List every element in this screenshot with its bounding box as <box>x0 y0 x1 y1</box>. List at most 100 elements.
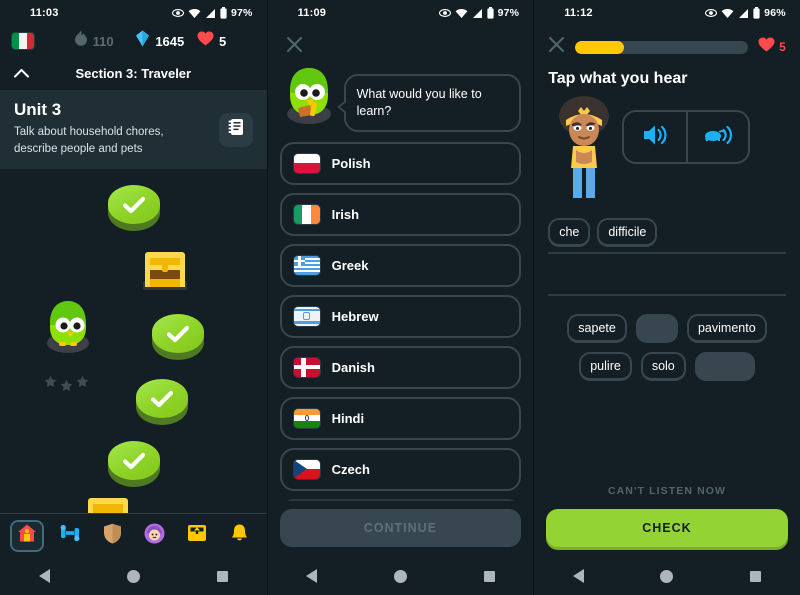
answer-tile[interactable]: difficile <box>597 217 658 247</box>
signal-icon <box>205 8 216 19</box>
top-stats-bar: 110 1645 5 <box>0 26 267 56</box>
language-label: Danish <box>331 359 375 375</box>
status-icons: 97% <box>171 7 253 19</box>
word-bank-tile[interactable]: sapete <box>567 314 627 343</box>
picker-top-bar <box>268 26 534 60</box>
language-option-czech[interactable]: Czech <box>279 447 522 491</box>
speech-bubble: What would you like to learn? <box>336 74 522 132</box>
answer-tile[interactable]: che <box>548 217 591 247</box>
screenshot-root: 11:03 97% 110 1645 5 Section 3: Traveler… <box>0 0 800 595</box>
lesson-node-complete[interactable] <box>108 185 160 232</box>
close-button[interactable] <box>282 34 308 60</box>
panel-language-picker: 11:09 97% What would you like to learn? … <box>266 0 534 595</box>
flame-icon <box>74 30 88 52</box>
check-icon <box>108 185 160 224</box>
language-option-danish[interactable]: Danish <box>279 345 522 389</box>
answer-line-1[interactable]: che difficile <box>548 212 786 254</box>
home-circle-icon[interactable] <box>393 569 407 583</box>
gem-icon <box>135 30 150 52</box>
language-option-hebrew[interactable]: Hebrew <box>279 294 522 338</box>
wifi-icon <box>188 8 201 19</box>
language-label: Hindi <box>331 410 365 426</box>
streak-counter[interactable]: 110 <box>74 30 132 52</box>
language-option-hindi[interactable]: Hindi <box>279 396 522 440</box>
language-label: Greek <box>331 257 369 273</box>
exercise-header: 5 <box>534 26 800 58</box>
home-circle-icon[interactable] <box>660 569 674 583</box>
word-bank-tile-used: difficile <box>694 352 755 381</box>
hearts-count: 5 <box>218 33 227 49</box>
bottom-nav-bar <box>0 513 267 557</box>
close-icon <box>286 36 303 58</box>
nav-profile-button[interactable] <box>137 520 171 552</box>
home-circle-icon[interactable] <box>126 569 140 583</box>
course-flag-button[interactable] <box>12 33 70 49</box>
check-button[interactable]: CHECK <box>546 509 788 547</box>
gems-counter[interactable]: 1645 <box>135 30 193 52</box>
ireland-flag <box>293 204 320 224</box>
speaker-icon <box>641 122 669 153</box>
lesson-node-complete[interactable] <box>136 379 188 426</box>
continue-button[interactable]: CONTINUE <box>279 509 522 547</box>
czech-flag <box>293 459 320 479</box>
hearts-indicator[interactable]: 5 <box>758 37 786 57</box>
nav-quests-button[interactable] <box>180 520 214 552</box>
recents-square-icon[interactable] <box>750 570 762 582</box>
lesson-node-complete[interactable] <box>152 314 204 361</box>
word-bank: sapete che pavimento pulire solo diffici… <box>534 296 800 381</box>
heart-icon <box>758 37 775 57</box>
cant-listen-button[interactable]: CAN'T LISTEN NOW <box>534 485 800 497</box>
house-icon <box>17 523 37 548</box>
nav-leaderboard-button[interactable] <box>95 520 129 552</box>
guidebook-button[interactable] <box>218 112 253 147</box>
check-icon <box>136 379 188 418</box>
battery-icon <box>220 7 227 19</box>
back-triangle-icon[interactable] <box>572 569 584 583</box>
picker-footer: CONTINUE <box>267 501 534 557</box>
india-flag <box>293 408 320 428</box>
duo-owl-icon[interactable] <box>41 297 95 355</box>
nav-practice-button[interactable] <box>53 520 87 552</box>
status-time: 11:03 <box>30 7 59 19</box>
hearts-counter[interactable]: 5 <box>197 31 255 51</box>
answer-line-2[interactable] <box>548 254 786 296</box>
duo-owl-reading-icon <box>280 64 338 126</box>
star-icon <box>44 375 57 393</box>
language-option-greek[interactable]: Greek <box>279 243 522 287</box>
star-icon <box>76 375 89 393</box>
heart-icon <box>197 31 214 51</box>
treasure-chest-icon[interactable] <box>137 241 193 297</box>
status-time: 11:09 <box>297 7 327 19</box>
chevron-up-icon[interactable] <box>14 66 29 81</box>
check-label: CHECK <box>642 521 692 535</box>
chest-badge-icon <box>187 523 207 548</box>
play-audio-button[interactable] <box>624 112 686 162</box>
language-option-polish[interactable]: Polish <box>279 141 522 185</box>
recents-square-icon[interactable] <box>483 570 495 582</box>
check-icon <box>152 314 204 353</box>
close-button[interactable] <box>548 36 565 58</box>
denmark-flag <box>293 357 320 377</box>
section-header[interactable]: Section 3: Traveler <box>0 56 267 90</box>
wifi-icon <box>455 8 468 19</box>
status-time: 11:12 <box>564 7 593 19</box>
word-bank-tile[interactable]: pavimento <box>686 314 767 343</box>
nav-notifications-button[interactable] <box>222 520 256 552</box>
back-triangle-icon[interactable] <box>38 569 50 583</box>
play-slow-audio-button[interactable] <box>686 112 748 162</box>
word-bank-tile[interactable]: solo <box>640 352 686 381</box>
israel-flag <box>293 306 320 326</box>
gems-count: 1645 <box>155 33 185 49</box>
language-label: Hebrew <box>331 308 379 324</box>
language-option-irish[interactable]: Irish <box>279 192 522 236</box>
back-triangle-icon[interactable] <box>306 569 318 583</box>
recents-square-icon[interactable] <box>216 570 228 582</box>
lesson-node-complete[interactable] <box>108 441 160 488</box>
bell-icon <box>230 523 249 548</box>
nav-learn-button[interactable] <box>10 519 45 552</box>
dumbbell-icon <box>59 523 81 548</box>
word-bank-row: sapete che pavimento <box>548 314 786 343</box>
word-bank-tile-used: che <box>635 314 678 343</box>
word-bank-tile[interactable]: pulire <box>579 352 632 381</box>
battery-percent: 97% <box>230 7 253 19</box>
